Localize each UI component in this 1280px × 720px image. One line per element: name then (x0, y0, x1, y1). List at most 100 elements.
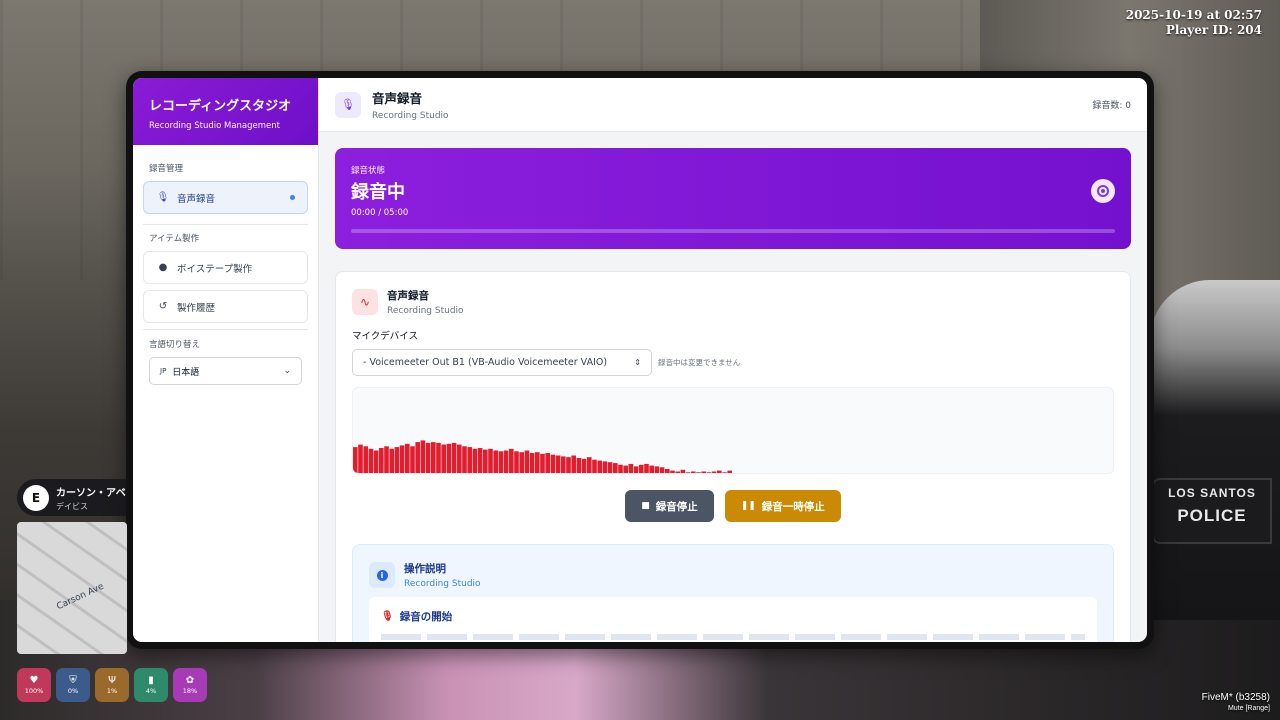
sidebar-section-header: 言語切り替え (149, 340, 201, 350)
info-icon: i (369, 562, 395, 588)
fivem-watermark: FiveM* (b3258) Mute [Range] (1202, 692, 1270, 714)
sidebar-section-recording: 録音管理 🎙 音声録音 (133, 145, 318, 225)
mute-status: Mute [Range] (1227, 705, 1270, 712)
chevron-updown-icon: ⇕ (634, 358, 641, 367)
status-state: 録音中 (351, 182, 405, 203)
waveform-icon: ∿ (352, 289, 378, 315)
waveform-bar (685, 472, 691, 473)
stat-value: 18% (182, 687, 198, 695)
sidebar-section-language: 言語切り替え JP 日本語 ⌄ (133, 330, 318, 385)
pause-recording-label: 録音一時停止 (761, 500, 825, 513)
stop-recording-label: 録音停止 (655, 500, 698, 513)
waveform-bar (467, 447, 472, 473)
waveform-bar (711, 471, 717, 473)
sidebar-item-label: ボイステープ製作 (177, 263, 253, 275)
waveform-bar (389, 448, 394, 473)
sidebar-item-voice-recording[interactable]: 🎙 音声録音 (143, 181, 308, 214)
instructions-subtitle: Recording Studio (404, 579, 481, 589)
stat-hunger: Ψ 1% (95, 668, 129, 702)
waveform-bar (654, 466, 660, 473)
waveform-bar (597, 460, 602, 473)
waveform-bar (550, 454, 556, 473)
waveform-bar (649, 465, 654, 473)
waveform-bar (571, 455, 576, 473)
waveform-bar (441, 444, 446, 473)
instructions-title: 操作説明 (404, 563, 446, 575)
hud-info: 2025-10-19 at 02:57 Player ID: 204 (1126, 8, 1262, 38)
food-icon: Ψ (108, 675, 116, 686)
mic-device-select[interactable]: - Voicemeeter Out B1 (VB-Audio Voicemeet… (352, 349, 652, 376)
sidebar-section-header: アイテム製作 (149, 234, 200, 244)
waveform-bar (425, 442, 431, 473)
disc-icon: ● (158, 262, 168, 273)
water-icon: ▮ (148, 675, 154, 686)
waveform-bar (483, 449, 488, 473)
history-icon: ↺ (158, 301, 168, 312)
mic-icon: 🎙 (156, 192, 170, 203)
stat-value: 1% (106, 687, 118, 695)
waveform-bar (592, 459, 597, 473)
waveform-bar (623, 465, 628, 473)
waveform-bar (420, 440, 426, 473)
stat-value: 100% (24, 687, 44, 695)
recording-count: 録音数: 0 (1092, 101, 1131, 111)
waveform-bar (639, 464, 644, 473)
sidebar-section-header: 録音管理 (149, 164, 184, 174)
waveform-bar (696, 472, 701, 473)
hud-player-id: Player ID: 204 (1165, 23, 1262, 37)
recording-indicator-icon (1091, 179, 1115, 203)
waveform-bar (675, 471, 680, 473)
content-area[interactable]: 録音状態 録音中 00:00 / 05:00 ∿ 音声録音 Recording … (319, 132, 1147, 642)
waveform-bar (727, 470, 732, 473)
waveform-bar (457, 444, 462, 473)
sidebar-item-label: 音声録音 (177, 193, 216, 205)
hud-datetime: 2025-10-19 at 02:57 (1125, 8, 1262, 22)
waveform-svg (353, 440, 732, 473)
stat-thirst: ▮ 4% (134, 668, 168, 702)
waveform-bar (436, 442, 441, 473)
waveform-bar (519, 452, 524, 473)
stat-stress: ✿ 18% (173, 668, 207, 702)
sidebar-section-items: アイテム製作 ● ボイステープ製作 ↺ 製作履歴 (133, 225, 318, 330)
waveform-bar (670, 470, 675, 473)
recorder-controls: ■ 録音停止 ❚❚ 録音一時停止 (352, 490, 1114, 522)
waveform-bar (680, 469, 686, 473)
waveform-bar (665, 469, 670, 473)
contact-name: カーソン・アベ (56, 487, 126, 499)
minimap-street-label: Carson Ave (55, 581, 106, 613)
waveform-bar (384, 446, 389, 473)
stop-recording-button[interactable]: ■ 録音停止 (625, 490, 714, 522)
recorder-subtitle: Recording Studio (387, 306, 464, 316)
shield-icon: ⛨ (69, 675, 77, 686)
status-label: 録音状態 (351, 166, 386, 176)
page-header: 🎙 音声録音 Recording Studio 録音数: 0 (319, 78, 1147, 132)
fivem-build: FiveM* (b3258) (1201, 692, 1270, 703)
waveform-bar (602, 461, 608, 473)
waveform-bar (618, 464, 623, 473)
waveform-bar (462, 446, 467, 473)
stat-value: 4% (145, 687, 157, 695)
waveform-bar (524, 450, 530, 473)
sidebar-item-voice-tape[interactable]: ● ボイステープ製作 (143, 251, 308, 284)
waveform-bar (379, 448, 384, 473)
sidebar-item-label: 製作履歴 (177, 302, 216, 314)
waveform-bar (576, 458, 582, 473)
waveform-bar (363, 446, 368, 473)
player-stats: ♥ 100% ⛨ 0% Ψ 1% ▮ 4% ✿ 18% (17, 668, 207, 702)
waveform-bar (399, 445, 405, 473)
active-indicator-dot (290, 195, 295, 200)
waveform-bar (561, 456, 566, 473)
waveform-bar (498, 451, 504, 473)
stat-value: 0% (67, 687, 79, 695)
waveform-bar (587, 457, 592, 473)
sidebar-item-history[interactable]: ↺ 製作履歴 (143, 290, 308, 323)
waveform-bar (358, 444, 363, 473)
police-patch-line1: LOS SANTOS (1168, 486, 1256, 500)
stop-icon: ■ (641, 501, 650, 511)
instructions-section: 🎙 録音の開始 (369, 597, 1097, 642)
waveform-bar (488, 448, 493, 473)
pause-recording-button[interactable]: ❚❚ 録音一時停止 (724, 490, 841, 522)
language-select[interactable]: JP 日本語 ⌄ (149, 357, 302, 385)
sidebar: レコーディングスタジオ Recording Studio Management … (133, 78, 319, 642)
waveform-bar (472, 448, 478, 473)
